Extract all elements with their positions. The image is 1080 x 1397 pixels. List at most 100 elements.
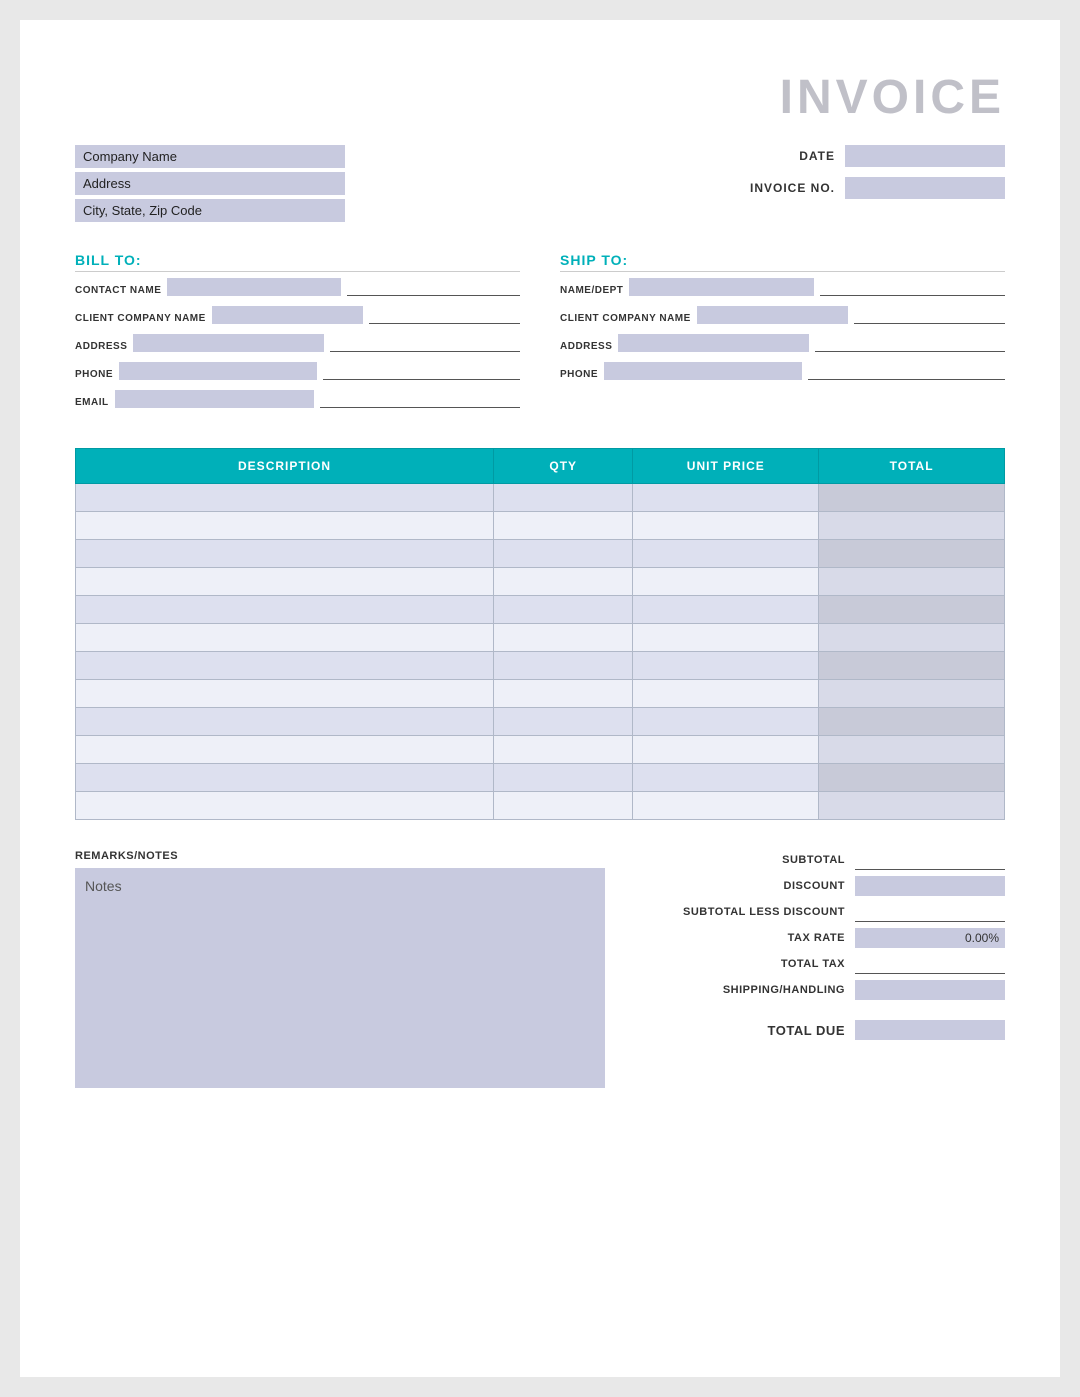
notes-box[interactable]: Notes bbox=[75, 868, 605, 1088]
bill-client-company-field[interactable] bbox=[212, 306, 363, 324]
shipping-handling-row: SHIPPING/HANDLING bbox=[645, 980, 1005, 1000]
qty-cell[interactable] bbox=[494, 540, 633, 568]
desc-cell[interactable] bbox=[76, 736, 494, 764]
discount-row: DISCOUNT bbox=[645, 876, 1005, 896]
shipping-handling-field[interactable] bbox=[855, 980, 1005, 1000]
unit-price-cell[interactable] bbox=[633, 764, 819, 792]
qty-cell[interactable] bbox=[494, 652, 633, 680]
ship-client-company-field[interactable] bbox=[697, 306, 848, 324]
name-dept-underline bbox=[820, 278, 1005, 296]
qty-cell[interactable] bbox=[494, 680, 633, 708]
tax-rate-label: TAX RATE bbox=[665, 932, 845, 944]
desc-cell[interactable] bbox=[76, 680, 494, 708]
desc-cell[interactable] bbox=[76, 484, 494, 512]
total-cell[interactable] bbox=[819, 512, 1005, 540]
invoice-no-row: INVOICE NO. bbox=[735, 177, 1005, 199]
table-row[interactable] bbox=[76, 512, 1005, 540]
company-info: Company Name Address City, State, Zip Co… bbox=[75, 145, 345, 222]
total-tax-field[interactable] bbox=[855, 954, 1005, 974]
total-cell[interactable] bbox=[819, 624, 1005, 652]
unit-price-cell[interactable] bbox=[633, 540, 819, 568]
bill-address-label: ADDRESS bbox=[75, 341, 127, 352]
total-due-field[interactable] bbox=[855, 1020, 1005, 1040]
desc-cell[interactable] bbox=[76, 624, 494, 652]
ship-address-field[interactable] bbox=[618, 334, 808, 352]
desc-cell[interactable] bbox=[76, 568, 494, 596]
table-row[interactable] bbox=[76, 484, 1005, 512]
desc-cell[interactable] bbox=[76, 764, 494, 792]
bill-phone-row: PHONE bbox=[75, 362, 520, 380]
bill-address-field[interactable] bbox=[133, 334, 323, 352]
unit-price-cell[interactable] bbox=[633, 568, 819, 596]
subtotal-less-discount-field[interactable] bbox=[855, 902, 1005, 922]
total-cell[interactable] bbox=[819, 708, 1005, 736]
table-row[interactable] bbox=[76, 596, 1005, 624]
subtotal-label: SUBTOTAL bbox=[665, 854, 845, 866]
desc-cell[interactable] bbox=[76, 792, 494, 820]
total-cell[interactable] bbox=[819, 736, 1005, 764]
qty-cell[interactable] bbox=[494, 596, 633, 624]
total-cell[interactable] bbox=[819, 540, 1005, 568]
desc-cell[interactable] bbox=[76, 708, 494, 736]
desc-cell[interactable] bbox=[76, 652, 494, 680]
table-row[interactable] bbox=[76, 764, 1005, 792]
date-field[interactable] bbox=[845, 145, 1005, 167]
name-dept-field[interactable] bbox=[629, 278, 814, 296]
ship-client-company-row: CLIENT COMPANY NAME bbox=[560, 306, 1005, 324]
unit-price-cell[interactable] bbox=[633, 484, 819, 512]
total-cell[interactable] bbox=[819, 792, 1005, 820]
qty-cell[interactable] bbox=[494, 764, 633, 792]
ship-phone-field[interactable] bbox=[604, 362, 801, 380]
invoice-no-field[interactable] bbox=[845, 177, 1005, 199]
notes-section: REMARKS/NOTES Notes bbox=[75, 850, 605, 1088]
desc-cell[interactable] bbox=[76, 540, 494, 568]
qty-cell[interactable] bbox=[494, 736, 633, 764]
desc-cell[interactable] bbox=[76, 596, 494, 624]
contact-name-field[interactable] bbox=[167, 278, 340, 296]
discount-label: DISCOUNT bbox=[665, 880, 845, 892]
qty-cell[interactable] bbox=[494, 792, 633, 820]
table-row[interactable] bbox=[76, 624, 1005, 652]
tax-rate-field[interactable]: 0.00% bbox=[855, 928, 1005, 948]
unit-price-cell[interactable] bbox=[633, 624, 819, 652]
ship-to-title: SHIP TO: bbox=[560, 252, 1005, 272]
qty-cell[interactable] bbox=[494, 708, 633, 736]
date-row: DATE bbox=[735, 145, 1005, 167]
table-row[interactable] bbox=[76, 540, 1005, 568]
unit-price-cell[interactable] bbox=[633, 652, 819, 680]
qty-cell[interactable] bbox=[494, 512, 633, 540]
unit-price-cell[interactable] bbox=[633, 736, 819, 764]
unit-price-cell[interactable] bbox=[633, 596, 819, 624]
qty-cell[interactable] bbox=[494, 568, 633, 596]
unit-price-cell[interactable] bbox=[633, 708, 819, 736]
table-row[interactable] bbox=[76, 708, 1005, 736]
table-row[interactable] bbox=[76, 568, 1005, 596]
qty-cell[interactable] bbox=[494, 624, 633, 652]
total-cell[interactable] bbox=[819, 596, 1005, 624]
total-cell[interactable] bbox=[819, 680, 1005, 708]
total-cell[interactable] bbox=[819, 764, 1005, 792]
table-row[interactable] bbox=[76, 736, 1005, 764]
table-row[interactable] bbox=[76, 680, 1005, 708]
qty-cell[interactable] bbox=[494, 484, 633, 512]
desc-cell[interactable] bbox=[76, 512, 494, 540]
company-address-field[interactable]: Address bbox=[75, 172, 345, 195]
discount-field[interactable] bbox=[855, 876, 1005, 896]
bill-phone-label: PHONE bbox=[75, 369, 113, 380]
total-cell[interactable] bbox=[819, 568, 1005, 596]
total-cell[interactable] bbox=[819, 652, 1005, 680]
unit-price-cell[interactable] bbox=[633, 792, 819, 820]
table-row[interactable] bbox=[76, 652, 1005, 680]
subtotal-field[interactable] bbox=[855, 850, 1005, 870]
bill-phone-field[interactable] bbox=[119, 362, 316, 380]
col-qty-header: QTY bbox=[494, 449, 633, 484]
unit-price-cell[interactable] bbox=[633, 680, 819, 708]
table-row[interactable] bbox=[76, 792, 1005, 820]
company-city-state-zip-field[interactable]: City, State, Zip Code bbox=[75, 199, 345, 222]
company-name-field[interactable]: Company Name bbox=[75, 145, 345, 168]
bill-email-underline bbox=[320, 390, 520, 408]
total-cell[interactable] bbox=[819, 484, 1005, 512]
bill-email-field[interactable] bbox=[115, 390, 315, 408]
notes-placeholder: Notes bbox=[85, 878, 122, 894]
unit-price-cell[interactable] bbox=[633, 512, 819, 540]
